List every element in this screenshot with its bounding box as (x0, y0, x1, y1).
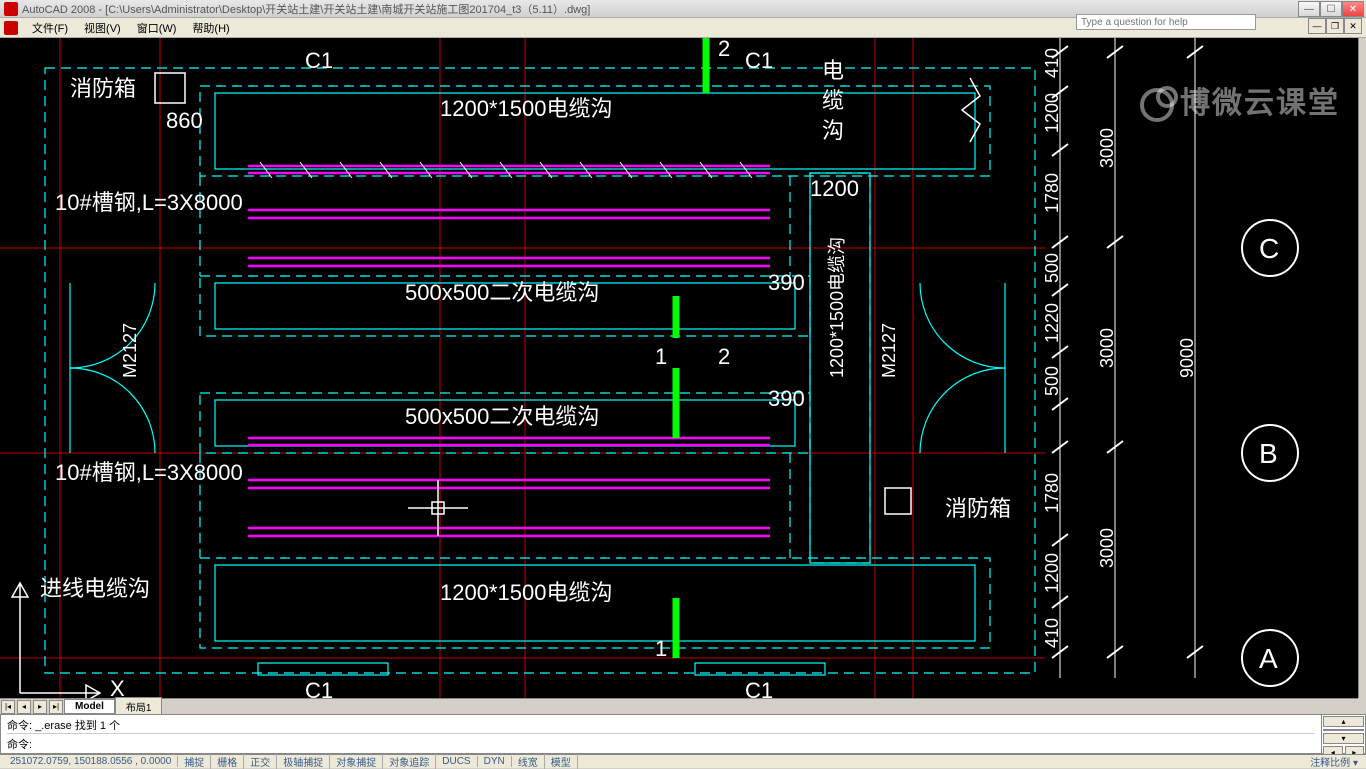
app-icon (4, 2, 18, 16)
vertical-scrollbar[interactable] (1358, 38, 1366, 698)
svg-text:1780: 1780 (1042, 173, 1062, 213)
tab-model[interactable]: Model (64, 699, 115, 714)
tab-nav-last[interactable]: ▸| (49, 700, 63, 714)
svg-text:1780: 1780 (1042, 473, 1062, 513)
svg-text:1: 1 (655, 636, 667, 661)
svg-text:1200: 1200 (1042, 553, 1062, 593)
tab-nav-prev[interactable]: ◂ (17, 700, 31, 714)
svg-text:500x500二次电缆沟: 500x500二次电缆沟 (405, 404, 599, 429)
document-controls: — ❐ ✕ (1308, 18, 1362, 34)
svg-text:C1: C1 (305, 678, 333, 698)
status-snap[interactable]: 捕捉 (178, 754, 211, 769)
svg-text:沟: 沟 (822, 118, 844, 143)
command-prompt-label: 命令: (7, 736, 32, 752)
window-title: AutoCAD 2008 - [C:\Users\Administrator\D… (22, 1, 590, 17)
svg-text:2: 2 (718, 344, 730, 369)
svg-text:缆: 缆 (822, 88, 844, 113)
svg-text:C1: C1 (745, 48, 773, 73)
close-button[interactable]: ✕ (1342, 1, 1364, 17)
status-otrack[interactable]: 对象追踪 (383, 754, 436, 769)
tab-nav-first[interactable]: |◂ (1, 700, 15, 714)
status-grid[interactable]: 栅格 (211, 754, 244, 769)
svg-text:3000: 3000 (1097, 328, 1117, 368)
svg-text:1200: 1200 (810, 176, 859, 201)
help-search-input[interactable] (1076, 14, 1256, 30)
svg-text:1200*1500电缆沟: 1200*1500电缆沟 (440, 580, 612, 605)
svg-text:390: 390 (768, 270, 805, 295)
svg-text:3000: 3000 (1097, 128, 1117, 168)
cad-drawing: 消防箱 消防箱 C1 C1 C1 C1 1200*1500电缆沟 1200*15… (0, 38, 1358, 698)
cmd-scroll-down[interactable]: ▾ (1323, 733, 1364, 744)
tab-nav-next[interactable]: ▸ (33, 700, 47, 714)
status-ducs[interactable]: DUCS (436, 756, 477, 767)
svg-text:C: C (1259, 233, 1279, 264)
doc-close-button[interactable]: ✕ (1344, 18, 1362, 34)
svg-text:3000: 3000 (1097, 528, 1117, 568)
svg-text:500: 500 (1042, 366, 1062, 396)
svg-text:1220: 1220 (1042, 303, 1062, 343)
cmd-scroll-track[interactable] (1323, 729, 1364, 731)
svg-text:1200*1500电缆沟: 1200*1500电缆沟 (827, 237, 847, 378)
minimize-button[interactable]: — (1298, 1, 1320, 17)
svg-text:500: 500 (1042, 253, 1062, 283)
svg-text:B: B (1259, 438, 1278, 469)
doc-restore-button[interactable]: ❐ (1326, 18, 1344, 34)
svg-text:M2127: M2127 (120, 323, 140, 378)
command-area: 命令: _.erase 找到 1 个 命令: ▴ ▾ ◂ ▸ (0, 714, 1366, 754)
svg-text:1200: 1200 (1042, 93, 1062, 133)
menu-window[interactable]: 窗口(W) (129, 18, 185, 38)
svg-text:410: 410 (1042, 48, 1062, 78)
drawing-canvas[interactable]: 博微云课堂 (0, 38, 1358, 698)
cmd-scroll-up[interactable]: ▴ (1323, 716, 1364, 727)
command-history: 命令: _.erase 找到 1 个 (7, 717, 1315, 733)
svg-text:消防箱: 消防箱 (945, 496, 1011, 521)
svg-text:X: X (110, 676, 125, 698)
menu-file[interactable]: 文件(F) (24, 18, 76, 38)
svg-text:1200*1500电缆沟: 1200*1500电缆沟 (440, 96, 612, 121)
status-dyn[interactable]: DYN (478, 756, 512, 767)
menu-view[interactable]: 视图(V) (76, 18, 129, 38)
status-osnap[interactable]: 对象捕捉 (330, 754, 383, 769)
svg-text:消防箱: 消防箱 (70, 76, 136, 101)
maximize-button[interactable]: ☐ (1320, 1, 1342, 17)
status-model[interactable]: 模型 (545, 754, 578, 769)
status-bar: 251072.0759, 150188.0556 , 0.0000 捕捉 栅格 … (0, 754, 1366, 768)
command-scroll: ▴ ▾ ◂ ▸ (1321, 715, 1365, 753)
layout-tabs: |◂ ◂ ▸ ▸| Model 布局1 (0, 698, 1358, 714)
svg-text:2: 2 (718, 38, 730, 61)
status-polar[interactable]: 极轴捕捉 (277, 754, 330, 769)
status-lwt[interactable]: 线宽 (512, 754, 545, 769)
svg-text:860: 860 (166, 108, 203, 133)
svg-text:进线电缆沟: 进线电缆沟 (40, 576, 150, 601)
window-controls: — ☐ ✕ (1298, 1, 1364, 17)
svg-text:M2127: M2127 (879, 323, 899, 378)
svg-text:500x500二次电缆沟: 500x500二次电缆沟 (405, 280, 599, 305)
menu-help[interactable]: 帮助(H) (184, 18, 237, 38)
status-ortho[interactable]: 正交 (244, 754, 277, 769)
svg-text:10#槽钢,L=3X8000: 10#槽钢,L=3X8000 (55, 190, 243, 215)
command-input[interactable] (32, 738, 1315, 750)
svg-text:C1: C1 (745, 678, 773, 698)
svg-text:C1: C1 (305, 48, 333, 73)
svg-text:410: 410 (1042, 618, 1062, 648)
status-annoscale[interactable]: 注释比例 ▾ (1310, 754, 1362, 769)
svg-text:390: 390 (768, 386, 805, 411)
svg-text:10#槽钢,L=3X8000: 10#槽钢,L=3X8000 (55, 460, 243, 485)
status-coords: 251072.0759, 150188.0556 , 0.0000 (4, 756, 178, 767)
doc-minimize-button[interactable]: — (1308, 18, 1326, 34)
svg-text:9000: 9000 (1177, 338, 1197, 378)
svg-text:A: A (1259, 643, 1278, 674)
doc-icon (4, 21, 18, 35)
svg-text:电: 电 (822, 58, 844, 83)
svg-text:1: 1 (655, 344, 667, 369)
